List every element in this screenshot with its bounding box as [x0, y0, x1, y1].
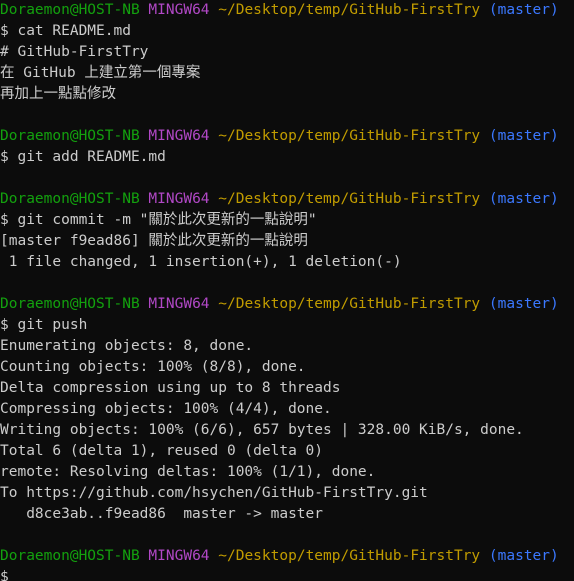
output-line: Total 6 (delta 1), reused 0 (delta 0)	[0, 443, 324, 459]
output-line: Counting objects: 100% (8/8), done.	[0, 359, 306, 375]
prompt-path: ~/Desktop/temp/GitHub-FirstTry	[218, 191, 481, 207]
prompt-line: Doraemon@HOST-NB MINGW64 ~/Desktop/temp/…	[0, 546, 574, 567]
prompt-system: MINGW64	[148, 128, 210, 144]
output-line: # GitHub-FirstTry	[0, 44, 149, 60]
prompt-path: ~/Desktop/temp/GitHub-FirstTry	[218, 296, 481, 312]
prompt-user-host: Doraemon@HOST-NB	[0, 548, 140, 564]
output-line: [master f9ead86] 關於此次更新的一點說明	[0, 233, 308, 249]
output-line: remote: Resolving deltas: 100% (1/1), do…	[0, 464, 376, 480]
prompt-system: MINGW64	[148, 296, 210, 312]
prompt-system: MINGW64	[148, 2, 210, 18]
output-line: $ cat README.md	[0, 23, 131, 39]
prompt-path: ~/Desktop/temp/GitHub-FirstTry	[218, 128, 481, 144]
output-line: 1 file changed, 1 insertion(+), 1 deleti…	[0, 254, 402, 270]
output-line: Delta compression using up to 8 threads	[0, 380, 341, 396]
output-line: To https://github.com/hsychen/GitHub-Fir…	[0, 485, 428, 501]
input-prompt-symbol: $	[0, 569, 18, 581]
prompt-branch: (master)	[488, 2, 559, 18]
prompt-branch: (master)	[488, 191, 559, 207]
prompt-user-host: Doraemon@HOST-NB	[0, 296, 140, 312]
prompt-system: MINGW64	[148, 191, 210, 207]
prompt-user-host: Doraemon@HOST-NB	[0, 128, 140, 144]
output-line: 在 GitHub 上建立第一個專案	[0, 65, 201, 81]
output-line: $ git commit -m "關於此次更新的一點說明"	[0, 212, 317, 228]
output-line: Writing objects: 100% (6/6), 657 bytes |…	[0, 422, 524, 438]
prompt-branch: (master)	[488, 128, 559, 144]
output-line: d8ce3ab..f9ead86 master -> master	[0, 506, 324, 522]
prompt-branch: (master)	[488, 548, 559, 564]
output-line: $ git add README.md	[0, 149, 166, 165]
prompt-line: Doraemon@HOST-NB MINGW64 ~/Desktop/temp/…	[0, 189, 574, 210]
output-line: $ git push	[0, 317, 88, 333]
prompt-user-host: Doraemon@HOST-NB	[0, 2, 140, 18]
prompt-user-host: Doraemon@HOST-NB	[0, 191, 140, 207]
prompt-system: MINGW64	[148, 548, 210, 564]
output-line: Enumerating objects: 8, done.	[0, 338, 254, 354]
prompt-path: ~/Desktop/temp/GitHub-FirstTry	[218, 2, 481, 18]
output-line: Compressing objects: 100% (4/4), done.	[0, 401, 332, 417]
prompt-branch: (master)	[488, 296, 559, 312]
prompt-line: Doraemon@HOST-NB MINGW64 ~/Desktop/temp/…	[0, 0, 574, 21]
output-line: 再加上一點點修改	[0, 86, 116, 102]
prompt-line: Doraemon@HOST-NB MINGW64 ~/Desktop/temp/…	[0, 126, 574, 147]
terminal-window[interactable]: Doraemon@HOST-NB MINGW64 ~/Desktop/temp/…	[0, 0, 574, 581]
command-input-line[interactable]: $	[0, 567, 574, 581]
prompt-path: ~/Desktop/temp/GitHub-FirstTry	[218, 548, 481, 564]
prompt-line: Doraemon@HOST-NB MINGW64 ~/Desktop/temp/…	[0, 294, 574, 315]
